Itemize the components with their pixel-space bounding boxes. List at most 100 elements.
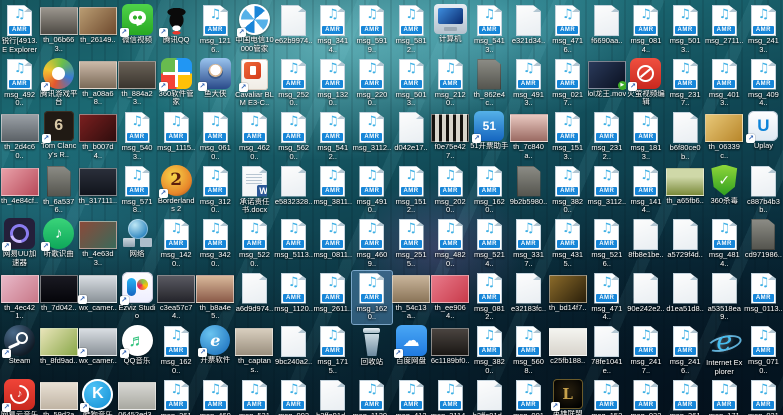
desktop-icon[interactable]: AMRmsg_3420..	[196, 217, 235, 271]
desktop-icon[interactable]: ↗Steam	[0, 324, 39, 378]
desktop-icon[interactable]: th_4e84cf..	[0, 164, 39, 218]
desktop-icon[interactable]: AMRmsg_2317..	[666, 57, 705, 111]
desktop-icon[interactable]: th_06339c..	[705, 110, 744, 164]
desktop-icon[interactable]: ♪↗听歌识曲	[39, 217, 78, 271]
desktop-icon[interactable]: AMRmsg_1620..	[157, 324, 196, 378]
desktop-icon[interactable]: th_7d042..	[39, 271, 78, 325]
desktop-icon[interactable]: 9b2b5980..	[509, 164, 548, 218]
desktop-icon[interactable]: AMRmsg_4913..	[509, 57, 548, 111]
desktop-icon[interactable]: AMRmsg_1216..	[196, 3, 235, 57]
desktop-icon[interactable]: AMRmsg_2711..	[705, 3, 744, 57]
desktop-icon[interactable]: AMRmsg_5214..	[470, 217, 509, 271]
desktop-icon[interactable]: AMRmsg_3112..	[352, 110, 391, 164]
desktop-icon[interactable]: e62b9974..	[274, 3, 313, 57]
desktop-icon[interactable]: th_54c13a..	[392, 271, 431, 325]
desktop-icon[interactable]: 51↗51开票助手	[470, 110, 509, 164]
desktop-icon[interactable]: 6c1189bf0..	[431, 324, 470, 378]
desktop-icon[interactable]: th_884a23..	[117, 57, 156, 111]
desktop-icon[interactable]: AMRmsg_0811..	[313, 217, 352, 271]
desktop-icon[interactable]: AMRmsg_5812..	[392, 3, 431, 57]
desktop-icon[interactable]: b2ffe91d..	[313, 378, 352, 415]
desktop-icon[interactable]: W承诺责任书.docx	[235, 164, 274, 218]
desktop-icon[interactable]: AMRmsg_5620..	[274, 110, 313, 164]
desktop-icon[interactable]: AMRmsg_2312..	[587, 110, 626, 164]
desktop-icon[interactable]: AMRmsg_0710..	[744, 324, 783, 378]
desktop-icon[interactable]: U↗Uplay	[744, 110, 783, 164]
desktop-icon[interactable]: AMRmsg_0217..	[548, 57, 587, 111]
desktop-icon[interactable]: AMRmsg_2120..	[431, 57, 470, 111]
desktop-icon[interactable]: th_2d4c60..	[0, 110, 39, 164]
desktop-icon[interactable]: AMRmsg_1513..	[548, 110, 587, 164]
desktop-icon[interactable]: th_6a5376..	[39, 164, 78, 218]
desktop-icon[interactable]: AMRmsg_5013..	[392, 57, 431, 111]
desktop-icon[interactable]: AMRmsg_1414..	[626, 164, 665, 218]
desktop-icon[interactable]: ↗360软件管家	[157, 57, 196, 111]
desktop-icon[interactable]: AMRmsg_1320..	[313, 57, 352, 111]
desktop-icon[interactable]: 9bc240a2..	[274, 324, 313, 378]
desktop-icon[interactable]: AMRmsg_1120..	[274, 271, 313, 325]
desktop-icon[interactable]: 78fe1041e..	[587, 324, 626, 378]
desktop-icon[interactable]: AMRmsg_0012..	[509, 378, 548, 415]
desktop-icon[interactable]: AMRmsg_5718..	[117, 164, 156, 218]
desktop-icon[interactable]: AMRmsg_2611..	[313, 271, 352, 325]
desktop-icon[interactable]: ↗wx_camer..	[78, 271, 117, 325]
desktop-icon[interactable]: AMRmsg_4600..	[196, 378, 235, 415]
desktop-icon[interactable]: ♪↗网易云音乐	[0, 378, 39, 415]
desktop-icon[interactable]: AMRmsg_5216..	[587, 217, 626, 271]
desktop-icon[interactable]: AMRmsg_1512..	[392, 164, 431, 218]
desktop-icon[interactable]: AMRmsg_0113..	[744, 271, 783, 325]
desktop-icon[interactable]: AMRmsg_0316..	[744, 378, 783, 415]
desktop-icon[interactable]: L↗英雄联盟	[548, 378, 587, 415]
desktop-icon[interactable]: AMRmsg_3120..	[196, 164, 235, 218]
desktop-icon[interactable]: AMRmsg_5412..	[313, 110, 352, 164]
desktop-icon[interactable]: AMRmsg_1120..	[352, 378, 391, 415]
desktop-icon[interactable]: AMRmsg_3820..	[548, 164, 587, 218]
desktop-icon[interactable]: AMRmsg_1715..	[313, 324, 352, 378]
desktop-icon[interactable]: e32183fc..	[509, 271, 548, 325]
desktop-icon[interactable]: c887b4b3b..	[744, 164, 783, 218]
desktop-icon[interactable]: AMRmsg_3414..	[313, 3, 352, 57]
desktop-icon[interactable]: e5832328..	[274, 164, 313, 218]
desktop-icon[interactable]: AMRmsg_4315..	[548, 217, 587, 271]
desktop-icon[interactable]: AMRmsg_1115..	[157, 110, 196, 164]
desktop-icon[interactable]: ↗微信视频	[117, 3, 156, 57]
desktop-icon[interactable]: AMRmsg_2416..	[666, 324, 705, 378]
desktop-icon[interactable]: AMRmsg_3820..	[470, 324, 509, 378]
desktop-icon[interactable]: AMRmsg_0610..	[196, 110, 235, 164]
desktop-icon[interactable]: f6690aa..	[587, 3, 626, 57]
desktop-icon[interactable]: th_862e4c..	[470, 57, 509, 111]
desktop-icon[interactable]: AMRmsg_5220..	[235, 217, 274, 271]
desktop-icon[interactable]: AMRmsg_3114..	[431, 378, 470, 415]
desktop-icon[interactable]: AMRmsg_2515..	[392, 217, 431, 271]
desktop-icon[interactable]: th_b8a4e5..	[196, 271, 235, 325]
desktop-icon[interactable]: ↗wx_camer..	[78, 324, 117, 378]
desktop-icon[interactable]: ↗Cavaliar BLM E3-C..	[235, 57, 274, 111]
desktop-icon[interactable]: AMRmsg_5013..	[666, 3, 705, 57]
desktop-icon[interactable]: AMRmsg_3811..	[313, 164, 352, 218]
desktop-icon[interactable]: th_4e63d3..	[78, 217, 117, 271]
desktop-icon[interactable]: th_captans..	[235, 324, 274, 378]
desktop-icon[interactable]: 2↗Borderlands 2	[157, 164, 196, 218]
desktop-icon[interactable]: e321d34..	[509, 3, 548, 57]
desktop-icon[interactable]: AMRmsg_1620..	[470, 164, 509, 218]
desktop-icon[interactable]: AMRmsg_4920..	[0, 57, 39, 111]
desktop-icon[interactable]: th_59d2a3..	[39, 378, 78, 415]
desktop-icon[interactable]: th_06b663..	[39, 3, 78, 57]
desktop-icon[interactable]: ↗腾讯QQ	[157, 3, 196, 57]
desktop-icon[interactable]: 回收站	[352, 324, 391, 378]
desktop-icon[interactable]: a53518ea9..	[705, 271, 744, 325]
desktop-icon[interactable]: th_b007d4..	[78, 110, 117, 164]
desktop-icon[interactable]: 90e242e2..	[626, 271, 665, 325]
desktop-icon[interactable]: th_8fd9ad..	[39, 324, 78, 378]
desktop-icon[interactable]: ↗火萤视频编辑	[626, 57, 665, 111]
desktop-icon[interactable]: c25fb188..	[548, 324, 587, 378]
desktop-icon[interactable]: AMRmsg_2413..	[744, 3, 783, 57]
desktop-icon[interactable]: 6↗Tom Clancy's R..	[39, 110, 78, 164]
desktop-icon[interactable]: AMRmsg_4814..	[705, 217, 744, 271]
desktop-icon[interactable]: AMRmsg_1716..	[705, 378, 744, 415]
desktop-icon[interactable]: th_4ec421..	[0, 271, 39, 325]
desktop-icon[interactable]: ↗Ezviz Studio	[117, 271, 156, 325]
desktop-icon[interactable]: AMR锐行[4913.E Explorer	[0, 3, 39, 57]
desktop-icon[interactable]: ♬↗QQ音乐	[117, 324, 156, 378]
desktop-icon[interactable]: ↗鱼大侠	[196, 57, 235, 111]
